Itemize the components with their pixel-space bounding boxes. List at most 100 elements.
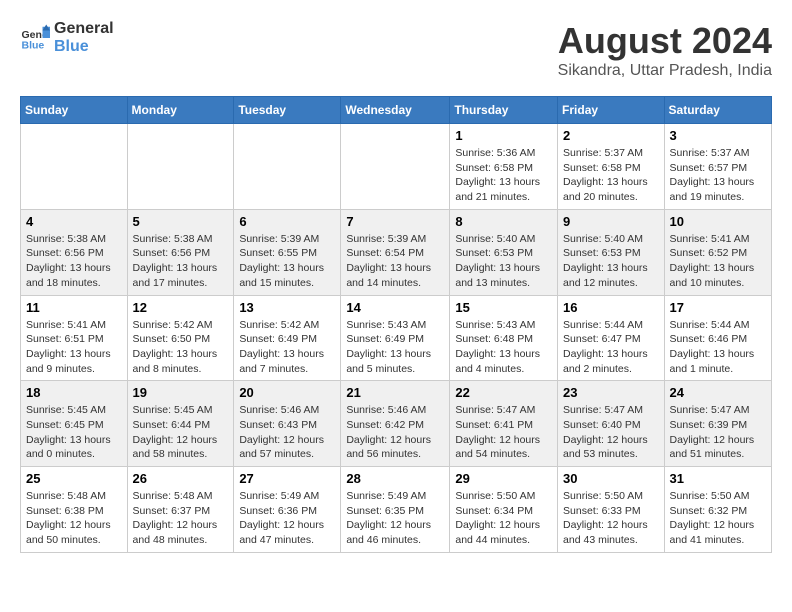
calendar-cell: 12 Sunrise: 5:42 AM Sunset: 6:50 PM Dayli… — [127, 295, 234, 381]
day-number: 3 — [670, 128, 766, 143]
cell-content: Sunrise: 5:50 AM Sunset: 6:34 PM Dayligh… — [455, 489, 552, 548]
week-row-3: 11 Sunrise: 5:41 AM Sunset: 6:51 PM Dayli… — [21, 295, 772, 381]
calendar-cell: 26 Sunrise: 5:48 AM Sunset: 6:37 PM Dayli… — [127, 467, 234, 553]
calendar-cell: 19Sunrise: 5:45 AM Sunset: 6:44 PM Dayli… — [127, 381, 234, 467]
calendar-cell: 30 Sunrise: 5:50 AM Sunset: 6:33 PM Dayli… — [558, 467, 665, 553]
cell-content: Sunrise: 5:47 AM Sunset: 6:41 PM Dayligh… — [455, 403, 552, 462]
calendar-cell — [127, 124, 234, 210]
day-number: 14 — [346, 300, 444, 315]
calendar-cell — [234, 124, 341, 210]
cell-content: Sunrise: 5:46 AM Sunset: 6:43 PM Dayligh… — [239, 403, 335, 462]
cell-content: Sunrise: 5:45 AM Sunset: 6:45 PM Dayligh… — [26, 403, 122, 462]
cell-content: Sunrise: 5:48 AM Sunset: 6:37 PM Dayligh… — [133, 489, 229, 548]
cell-content: Sunrise: 5:49 AM Sunset: 6:36 PM Dayligh… — [239, 489, 335, 548]
week-row-5: 25Sunrise: 5:48 AM Sunset: 6:38 PM Dayli… — [21, 467, 772, 553]
cell-content: Sunrise: 5:42 AM Sunset: 6:50 PM Dayligh… — [133, 318, 229, 377]
header-cell-monday: Monday — [127, 97, 234, 124]
cell-content: Sunrise: 5:40 AM Sunset: 6:53 PM Dayligh… — [563, 232, 659, 291]
calendar-cell: 21Sunrise: 5:46 AM Sunset: 6:42 PM Dayli… — [341, 381, 450, 467]
cell-content: Sunrise: 5:38 AM Sunset: 6:56 PM Dayligh… — [133, 232, 229, 291]
day-number: 18 — [26, 385, 122, 400]
cell-content: Sunrise: 5:39 AM Sunset: 6:55 PM Dayligh… — [239, 232, 335, 291]
cell-content: Sunrise: 5:41 AM Sunset: 6:52 PM Dayligh… — [670, 232, 766, 291]
cell-content: Sunrise: 5:37 AM Sunset: 6:58 PM Dayligh… — [563, 146, 659, 205]
calendar-cell: 7Sunrise: 5:39 AM Sunset: 6:54 PM Daylig… — [341, 209, 450, 295]
day-number: 2 — [563, 128, 659, 143]
cell-content: Sunrise: 5:39 AM Sunset: 6:54 PM Dayligh… — [346, 232, 444, 291]
day-number: 4 — [26, 214, 122, 229]
logo: General Blue General Blue — [20, 20, 114, 55]
calendar-cell: 1 Sunrise: 5:36 AM Sunset: 6:58 PM Daylig… — [450, 124, 558, 210]
cell-content: Sunrise: 5:38 AM Sunset: 6:56 PM Dayligh… — [26, 232, 122, 291]
calendar-cell: 15 Sunrise: 5:43 AM Sunset: 6:48 PM Dayli… — [450, 295, 558, 381]
calendar-cell: 6 Sunrise: 5:39 AM Sunset: 6:55 PM Daylig… — [234, 209, 341, 295]
day-number: 8 — [455, 214, 552, 229]
cell-content: Sunrise: 5:47 AM Sunset: 6:40 PM Dayligh… — [563, 403, 659, 462]
calendar-cell: 4 Sunrise: 5:38 AM Sunset: 6:56 PM Daylig… — [21, 209, 128, 295]
day-number: 1 — [455, 128, 552, 143]
calendar-cell: 28Sunrise: 5:49 AM Sunset: 6:35 PM Dayli… — [341, 467, 450, 553]
day-number: 16 — [563, 300, 659, 315]
calendar-body: 1 Sunrise: 5:36 AM Sunset: 6:58 PM Daylig… — [21, 124, 772, 553]
cell-content: Sunrise: 5:37 AM Sunset: 6:57 PM Dayligh… — [670, 146, 766, 205]
calendar-cell: 29 Sunrise: 5:50 AM Sunset: 6:34 PM Dayli… — [450, 467, 558, 553]
calendar-table: SundayMondayTuesdayWednesdayThursdayFrid… — [20, 96, 772, 553]
header-cell-friday: Friday — [558, 97, 665, 124]
main-title: August 2024 — [558, 20, 772, 62]
cell-content: Sunrise: 5:41 AM Sunset: 6:51 PM Dayligh… — [26, 318, 122, 377]
calendar-cell: 2 Sunrise: 5:37 AM Sunset: 6:58 PM Daylig… — [558, 124, 665, 210]
day-number: 19 — [133, 385, 229, 400]
calendar-cell: 23Sunrise: 5:47 AM Sunset: 6:40 PM Dayli… — [558, 381, 665, 467]
day-number: 12 — [133, 300, 229, 315]
page-header: General Blue General Blue August 2024 Si… — [20, 20, 772, 80]
calendar-cell: 17Sunrise: 5:44 AM Sunset: 6:46 PM Dayli… — [664, 295, 771, 381]
calendar-cell: 27Sunrise: 5:49 AM Sunset: 6:36 PM Dayli… — [234, 467, 341, 553]
calendar-cell — [21, 124, 128, 210]
cell-content: Sunrise: 5:47 AM Sunset: 6:39 PM Dayligh… — [670, 403, 766, 462]
header-cell-thursday: Thursday — [450, 97, 558, 124]
calendar-cell — [341, 124, 450, 210]
cell-content: Sunrise: 5:43 AM Sunset: 6:49 PM Dayligh… — [346, 318, 444, 377]
calendar-cell: 10 Sunrise: 5:41 AM Sunset: 6:52 PM Dayli… — [664, 209, 771, 295]
svg-text:Blue: Blue — [22, 39, 45, 51]
cell-content: Sunrise: 5:36 AM Sunset: 6:58 PM Dayligh… — [455, 146, 552, 205]
header-cell-tuesday: Tuesday — [234, 97, 341, 124]
day-number: 30 — [563, 471, 659, 486]
day-number: 13 — [239, 300, 335, 315]
cell-content: Sunrise: 5:46 AM Sunset: 6:42 PM Dayligh… — [346, 403, 444, 462]
day-number: 10 — [670, 214, 766, 229]
cell-content: Sunrise: 5:50 AM Sunset: 6:32 PM Dayligh… — [670, 489, 766, 548]
calendar-header: SundayMondayTuesdayWednesdayThursdayFrid… — [21, 97, 772, 124]
day-number: 28 — [346, 471, 444, 486]
cell-content: Sunrise: 5:43 AM Sunset: 6:48 PM Dayligh… — [455, 318, 552, 377]
calendar-cell: 3 Sunrise: 5:37 AM Sunset: 6:57 PM Daylig… — [664, 124, 771, 210]
day-number: 31 — [670, 471, 766, 486]
header-cell-sunday: Sunday — [21, 97, 128, 124]
calendar-cell: 11 Sunrise: 5:41 AM Sunset: 6:51 PM Dayli… — [21, 295, 128, 381]
calendar-cell: 24 Sunrise: 5:47 AM Sunset: 6:39 PM Dayli… — [664, 381, 771, 467]
day-number: 6 — [239, 214, 335, 229]
calendar-cell: 18 Sunrise: 5:45 AM Sunset: 6:45 PM Dayli… — [21, 381, 128, 467]
calendar-cell: 22Sunrise: 5:47 AM Sunset: 6:41 PM Dayli… — [450, 381, 558, 467]
day-number: 15 — [455, 300, 552, 315]
cell-content: Sunrise: 5:50 AM Sunset: 6:33 PM Dayligh… — [563, 489, 659, 548]
title-section: August 2024 Sikandra, Uttar Pradesh, Ind… — [558, 20, 772, 80]
header-row: SundayMondayTuesdayWednesdayThursdayFrid… — [21, 97, 772, 124]
week-row-4: 18 Sunrise: 5:45 AM Sunset: 6:45 PM Dayli… — [21, 381, 772, 467]
calendar-cell: 20 Sunrise: 5:46 AM Sunset: 6:43 PM Dayli… — [234, 381, 341, 467]
calendar-cell: 14 Sunrise: 5:43 AM Sunset: 6:49 PM Dayli… — [341, 295, 450, 381]
day-number: 25 — [26, 471, 122, 486]
week-row-2: 4 Sunrise: 5:38 AM Sunset: 6:56 PM Daylig… — [21, 209, 772, 295]
day-number: 24 — [670, 385, 766, 400]
calendar-cell: 25Sunrise: 5:48 AM Sunset: 6:38 PM Dayli… — [21, 467, 128, 553]
day-number: 20 — [239, 385, 335, 400]
logo-text: General Blue — [54, 20, 114, 55]
header-cell-wednesday: Wednesday — [341, 97, 450, 124]
calendar-cell: 16Sunrise: 5:44 AM Sunset: 6:47 PM Dayli… — [558, 295, 665, 381]
day-number: 26 — [133, 471, 229, 486]
day-number: 29 — [455, 471, 552, 486]
day-number: 11 — [26, 300, 122, 315]
calendar-cell: 31 Sunrise: 5:50 AM Sunset: 6:32 PM Dayli… — [664, 467, 771, 553]
cell-content: Sunrise: 5:44 AM Sunset: 6:46 PM Dayligh… — [670, 318, 766, 377]
logo-icon: General Blue — [20, 23, 50, 53]
